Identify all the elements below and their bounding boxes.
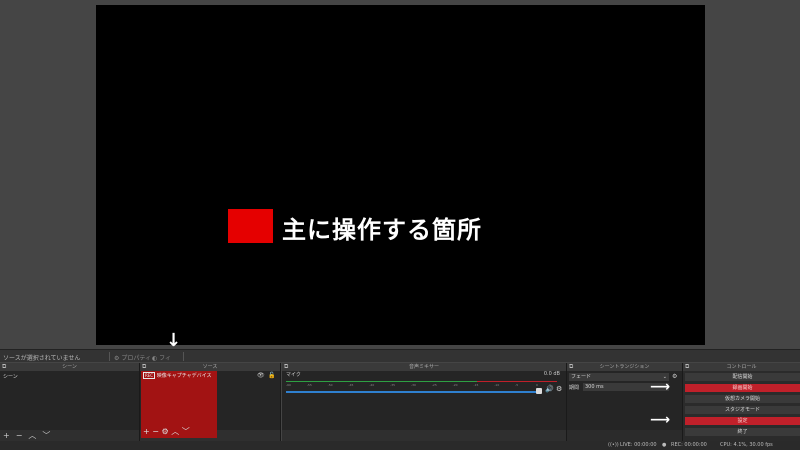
chevron-down-icon[interactable]: ﹀ bbox=[42, 431, 50, 440]
rec-time: REC: 00:00:00 bbox=[671, 442, 707, 448]
meter-tick: -45 bbox=[348, 383, 354, 387]
duration-row: 期間 bbox=[569, 384, 579, 391]
filter-icon: ◐ bbox=[152, 355, 158, 362]
meter-tick: -10 bbox=[494, 383, 500, 387]
duration-label: 期間 bbox=[569, 385, 580, 391]
sources-highlight: REC 映像キャプチャデバイス + − ⚙ ︿ ﹀ bbox=[141, 371, 217, 438]
gear-icon[interactable]: ⚙ bbox=[162, 427, 169, 436]
scenes-dock: ⧉ シーン シーン + − ︿ ﹀ bbox=[0, 363, 140, 441]
speaker-icon[interactable]: 🔊 bbox=[545, 385, 554, 393]
right-arrow-icon: ⟶ bbox=[650, 412, 671, 428]
mixer-dock: ⧉ 音声ミキサー マイク 0.0 dB -60 -55 -50 -45 -40 -35 -3… bbox=[282, 363, 567, 441]
dock-float-icon[interactable]: ⧉ bbox=[142, 364, 146, 370]
scenes-dock-header: ⧉ シーン bbox=[0, 363, 139, 371]
toolbar-separator bbox=[183, 352, 184, 361]
meter-ticks: -60 -55 -50 -45 -40 -35 -30 -25 -20 -15 -10 -5 0 bbox=[286, 383, 538, 388]
preview-area: 主に操作する箇所 bbox=[0, 0, 800, 348]
sources-dock-header: ⧉ ソース bbox=[140, 363, 280, 371]
toolbar-separator bbox=[109, 352, 110, 361]
down-arrow-icon: ↓ bbox=[166, 330, 182, 351]
filters-label: フィ bbox=[159, 355, 172, 362]
transitions-dock-title: シーントランジション bbox=[599, 364, 650, 370]
gear-icon: ⚙ bbox=[114, 355, 120, 362]
transitions-dock-header: ⧉ シーントランジション bbox=[567, 363, 682, 371]
start-streaming-button[interactable]: 配信開始 bbox=[685, 373, 800, 381]
meter-tick: -50 bbox=[327, 383, 333, 387]
sources-controls: + − ⚙ ︿ ﹀ bbox=[143, 426, 190, 437]
scene-item[interactable]: シーン bbox=[0, 371, 139, 382]
sources-dock-title: ソース bbox=[202, 364, 218, 370]
meter-tick: -40 bbox=[369, 383, 375, 387]
eye-icon[interactable]: 👁 bbox=[257, 372, 265, 379]
status-bar: ((•)) LIVE: 00:00:00 ● REC: 00:00:00 CPU… bbox=[0, 441, 800, 450]
cpu-status: CPU: 4.1%, 30.00 fps bbox=[720, 442, 773, 448]
transitions-dock: ⧉ シーントランジション フェード ⌄ ⚙ 期間 300 ms bbox=[567, 363, 683, 441]
dock-float-icon[interactable]: ⧉ bbox=[284, 364, 288, 370]
mixer-footer bbox=[282, 430, 566, 441]
annotation-label: 主に操作する箇所 bbox=[282, 216, 482, 244]
chevron-up-icon[interactable]: ︿ bbox=[28, 431, 36, 440]
remove-icon[interactable]: − bbox=[16, 431, 23, 440]
meter-tick: 0 bbox=[536, 383, 538, 387]
meter-tick: -25 bbox=[431, 383, 437, 387]
meter-tick: -15 bbox=[473, 383, 479, 387]
scenes-footer: + − ︿ ﹀ bbox=[0, 430, 139, 441]
no-source-label: ソースが選択されていません bbox=[3, 355, 81, 362]
gear-icon[interactable]: ⚙ bbox=[672, 373, 677, 380]
track-name: マイク bbox=[286, 372, 301, 378]
annotation-marker bbox=[228, 209, 273, 243]
volume-meter-red bbox=[477, 381, 557, 382]
virtual-camera-button[interactable]: 仮想カメラ開始 bbox=[685, 395, 800, 403]
add-icon[interactable]: + bbox=[143, 427, 150, 436]
meter-tick: -55 bbox=[306, 383, 312, 387]
mixer-track: マイク 0.0 dB bbox=[286, 371, 560, 378]
meter-tick: -35 bbox=[390, 383, 396, 387]
capture-device-icon: REC bbox=[143, 372, 156, 379]
controls-dock-header: ⧉ コントロール bbox=[683, 363, 800, 371]
dock-float-icon[interactable]: ⧉ bbox=[2, 364, 6, 370]
exit-button[interactable]: 終了 bbox=[685, 428, 800, 436]
preview-canvas[interactable] bbox=[96, 5, 705, 345]
properties-button[interactable]: ⚙ プロパティ bbox=[114, 353, 151, 362]
controls-dock-title: コントロール bbox=[726, 364, 757, 370]
lock-icon[interactable]: 🔓 bbox=[268, 372, 275, 379]
source-item-label: 映像キャプチャデバイス bbox=[156, 373, 212, 379]
remove-icon[interactable]: − bbox=[152, 427, 159, 436]
meter-tick: -30 bbox=[411, 383, 416, 387]
transition-type: フェード bbox=[571, 374, 592, 380]
filters-button[interactable]: ◐ フィ bbox=[152, 353, 171, 362]
volume-slider[interactable] bbox=[286, 391, 538, 393]
studio-mode-button[interactable]: スタジオモード bbox=[685, 406, 800, 414]
add-icon[interactable]: + bbox=[3, 431, 10, 440]
start-recording-button[interactable]: 録画開始 bbox=[685, 384, 800, 392]
live-icon: ((•)) bbox=[608, 442, 619, 448]
chevron-down-icon[interactable]: ﹀ bbox=[182, 427, 190, 436]
scenes-list: シーン bbox=[0, 371, 139, 430]
meter-tick: -20 bbox=[452, 383, 458, 387]
live-time: LIVE: 00:00:00 bbox=[620, 442, 657, 448]
dock-float-icon[interactable]: ⧉ bbox=[569, 364, 573, 370]
dock-float-icon[interactable]: ⧉ bbox=[685, 364, 689, 370]
obs-window: 主に操作する箇所 ソースが選択されていません ⚙ プロパティ ◐ フィ ↓ ⧉ … bbox=[0, 0, 800, 450]
source-toolbar: ソースが選択されていません ⚙ プロパティ ◐ フィ bbox=[0, 349, 800, 362]
volume-slider-handle[interactable] bbox=[536, 388, 542, 394]
gear-icon[interactable]: ⚙ bbox=[556, 385, 562, 393]
properties-label: プロパティ bbox=[121, 355, 151, 362]
meter-tick: -60 bbox=[286, 383, 291, 387]
scenes-dock-title: シーン bbox=[62, 364, 77, 370]
meter-tick: -5 bbox=[515, 383, 519, 387]
source-item[interactable]: REC 映像キャプチャデバイス bbox=[143, 372, 212, 379]
mixer-body: マイク 0.0 dB -60 -55 -50 -45 -40 -35 -30 -25 -20 -1… bbox=[282, 371, 566, 430]
track-level: 0.0 dB bbox=[543, 371, 560, 377]
rec-icon: ● bbox=[662, 442, 667, 448]
mixer-dock-header: ⧉ 音声ミキサー bbox=[282, 363, 566, 371]
duration-value: 300 ms bbox=[585, 384, 604, 390]
chevron-up-icon[interactable]: ︿ bbox=[171, 427, 179, 436]
settings-button[interactable]: 設定 bbox=[685, 417, 800, 425]
right-arrow-icon: ⟶ bbox=[650, 379, 671, 395]
mixer-dock-title: 音声ミキサー bbox=[408, 364, 439, 370]
